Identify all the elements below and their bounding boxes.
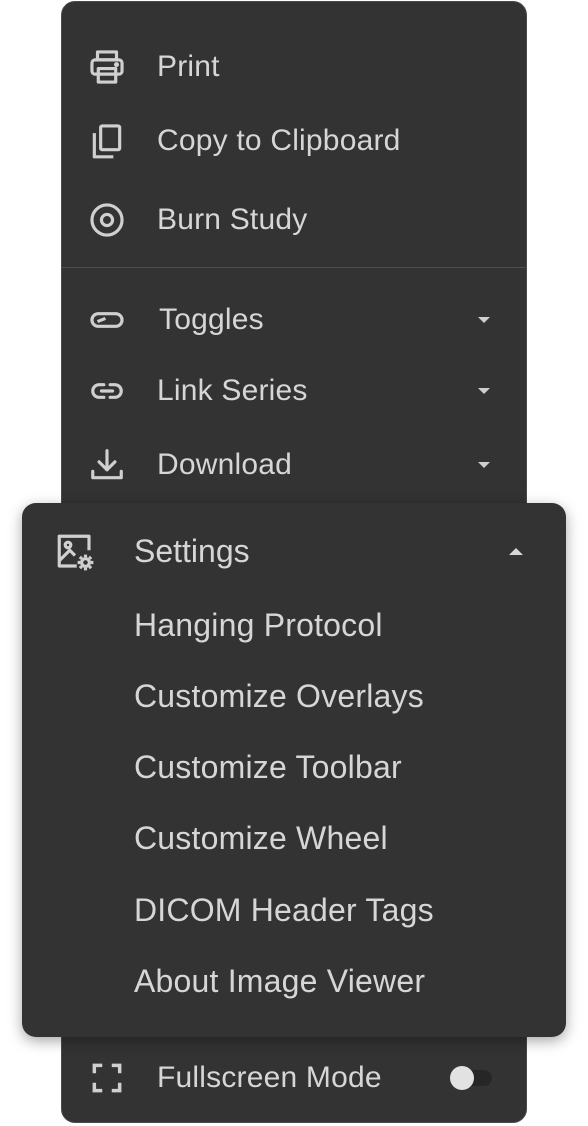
menu-item-burn-study[interactable]: Burn Study [62, 188, 526, 252]
image-settings-icon [54, 531, 96, 573]
settings-label: Settings [134, 533, 250, 569]
menu-item-label: Copy to Clipboard [157, 124, 401, 157]
settings-item-about-image-viewer[interactable]: About Image Viewer [134, 963, 425, 1000]
menu-item-label: Download [157, 448, 293, 481]
link-icon [88, 372, 126, 410]
menu-item-label: Link Series [157, 374, 308, 407]
settings-header[interactable]: Settings [22, 521, 566, 581]
chevron-up-icon [509, 548, 523, 555]
menu-item-label: Print [157, 50, 220, 83]
chevron-down-icon [478, 462, 490, 468]
settings-item-customize-toolbar[interactable]: Customize Toolbar [134, 749, 402, 786]
fullscreen-icon [88, 1059, 126, 1097]
menu-item-fullscreen-mode[interactable]: Fullscreen Mode [62, 1046, 526, 1110]
settings-submenu: Settings Hanging Protocol Customize Over… [22, 503, 566, 1037]
menu-item-print[interactable]: Print [62, 35, 526, 99]
chevron-down-icon [478, 388, 490, 394]
download-icon [88, 446, 126, 484]
menu-item-label: Toggles [159, 303, 264, 336]
menu-item-download[interactable]: Download [62, 433, 526, 497]
settings-item-customize-wheel[interactable]: Customize Wheel [134, 820, 388, 857]
menu-item-label: Fullscreen Mode [157, 1061, 382, 1094]
menu-item-copy-to-clipboard[interactable]: Copy to Clipboard [62, 109, 526, 173]
chevron-down-icon [478, 317, 490, 323]
menu-item-label: Burn Study [157, 203, 308, 236]
menu-divider [62, 267, 526, 268]
toggle-knob [450, 1066, 474, 1090]
printer-icon [88, 48, 126, 86]
settings-item-hanging-protocol[interactable]: Hanging Protocol [134, 607, 383, 644]
copy-icon [88, 122, 126, 160]
disc-icon [88, 201, 126, 239]
menu-item-toggles[interactable]: Toggles [62, 288, 526, 352]
settings-item-customize-overlays[interactable]: Customize Overlays [134, 678, 424, 715]
settings-item-dicom-header-tags[interactable]: DICOM Header Tags [134, 892, 434, 929]
menu-item-link-series[interactable]: Link Series [62, 359, 526, 423]
fullscreen-toggle[interactable] [450, 1066, 492, 1090]
toggle-icon [88, 301, 126, 339]
